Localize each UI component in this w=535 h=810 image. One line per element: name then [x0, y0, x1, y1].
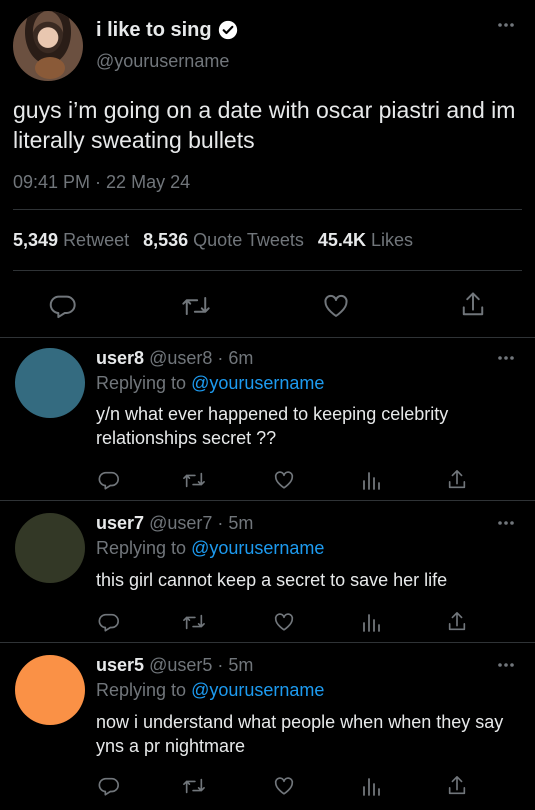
tweet-text: guys i’m going on a date with oscar pias… — [13, 97, 516, 153]
reply-text: y/n what ever happened to keeping celebr… — [96, 404, 449, 448]
reply-icon[interactable] — [49, 292, 77, 320]
more-options-icon[interactable] — [497, 355, 515, 361]
replying-to-link[interactable]: @yourusername — [191, 373, 324, 393]
reply-header: user5 @user5 · 5m — [96, 655, 253, 676]
like-icon[interactable] — [273, 469, 295, 491]
reply-name[interactable]: user8 — [96, 348, 144, 368]
quotes-stat[interactable]: 8,536 Quote Tweets — [143, 230, 304, 250]
share-icon[interactable] — [446, 468, 468, 492]
avatar[interactable] — [15, 348, 85, 418]
reply-icon[interactable] — [98, 469, 120, 491]
replying-to-link[interactable]: @yourusername — [191, 680, 324, 700]
avatar[interactable] — [15, 513, 85, 583]
reply-handle[interactable]: @user5 — [149, 655, 212, 675]
replying-label: Replying to — [96, 373, 187, 393]
analytics-icon[interactable] — [361, 611, 381, 633]
likes-label: Likes — [370, 230, 413, 250]
more-options-icon[interactable] — [497, 22, 515, 28]
share-icon[interactable] — [446, 610, 468, 634]
divider — [13, 270, 522, 271]
reply-tweet[interactable]: user8 @user8 · 6m Replying to @yourusern… — [0, 338, 535, 501]
share-icon[interactable] — [459, 290, 487, 320]
reply-header: user7 @user7 · 5m — [96, 513, 253, 534]
tweet-time: 09:41 PM — [13, 172, 91, 192]
reply-text: this girl cannot keep a secret to save h… — [96, 570, 448, 590]
like-icon[interactable] — [273, 775, 295, 797]
divider — [13, 209, 522, 210]
quotes-label: Quote Tweets — [193, 230, 304, 250]
replying-to: Replying to @yourusername — [96, 680, 324, 701]
replying-label: Replying to — [96, 680, 187, 700]
avatar[interactable] — [15, 655, 85, 725]
reply-name[interactable]: user5 — [96, 655, 144, 675]
like-icon[interactable] — [322, 292, 350, 320]
more-options-icon[interactable] — [497, 520, 515, 526]
reply-handle[interactable]: @user8 — [149, 348, 212, 368]
retweet-icon[interactable] — [182, 611, 206, 633]
reply-time: 5m — [228, 513, 254, 533]
replying-to: Replying to @yourusername — [96, 538, 324, 559]
analytics-icon[interactable] — [361, 775, 381, 797]
reply-separator: · — [212, 655, 229, 675]
reply-tweet[interactable]: user7 @user7 · 5m Replying to @yourusern… — [0, 501, 535, 643]
reply-separator: · — [212, 348, 229, 368]
retweets-count: 5,349 — [13, 230, 59, 250]
like-icon[interactable] — [273, 611, 295, 633]
retweet-icon[interactable] — [182, 775, 206, 797]
reply-tweet[interactable]: user5 @user5 · 5m Replying to @yourusern… — [0, 643, 535, 810]
more-options-icon[interactable] — [497, 662, 515, 668]
replying-to-link[interactable]: @yourusername — [191, 538, 324, 558]
share-icon[interactable] — [446, 774, 468, 798]
reply-header: user8 @user8 · 6m — [96, 348, 253, 369]
handle[interactable]: @yourusername — [96, 51, 229, 72]
reply-time: 5m — [228, 655, 254, 675]
reply-handle[interactable]: @user7 — [149, 513, 212, 533]
reply-text: now i understand what people when when t… — [96, 712, 504, 756]
replying-to: Replying to @yourusername — [96, 373, 324, 394]
verified-badge-icon — [218, 20, 238, 40]
reply-icon[interactable] — [98, 775, 120, 797]
replying-label: Replying to — [96, 538, 187, 558]
analytics-icon[interactable] — [361, 469, 381, 491]
reply-separator: · — [212, 513, 229, 533]
avatar-pet — [35, 57, 65, 79]
timestamp-separator: · — [90, 172, 107, 192]
timestamp[interactable]: 09:41 PM · 22 May 24 — [13, 172, 190, 193]
likes-stat[interactable]: 45.4K Likes — [318, 230, 413, 250]
tweet-date: 22 May 24 — [106, 172, 191, 192]
reply-icon[interactable] — [98, 611, 120, 633]
tweet-stats: 5,349 Retweet 8,536 Quote Tweets 45.4K Lik… — [13, 230, 413, 251]
retweet-icon[interactable] — [181, 292, 211, 320]
retweets-label: Retweet — [63, 230, 130, 250]
main-tweet: i like to sing @yourusername guys i’m go… — [0, 0, 535, 338]
display-name[interactable]: i like to sing — [96, 19, 212, 42]
avatar[interactable] — [13, 11, 83, 81]
likes-count: 45.4K — [317, 230, 366, 250]
reply-name[interactable]: user7 — [96, 513, 144, 533]
quotes-count: 8,536 — [143, 230, 189, 250]
reply-time: 6m — [228, 348, 254, 368]
retweet-icon[interactable] — [182, 469, 206, 491]
retweets-stat[interactable]: 5,349 Retweet — [13, 230, 129, 250]
